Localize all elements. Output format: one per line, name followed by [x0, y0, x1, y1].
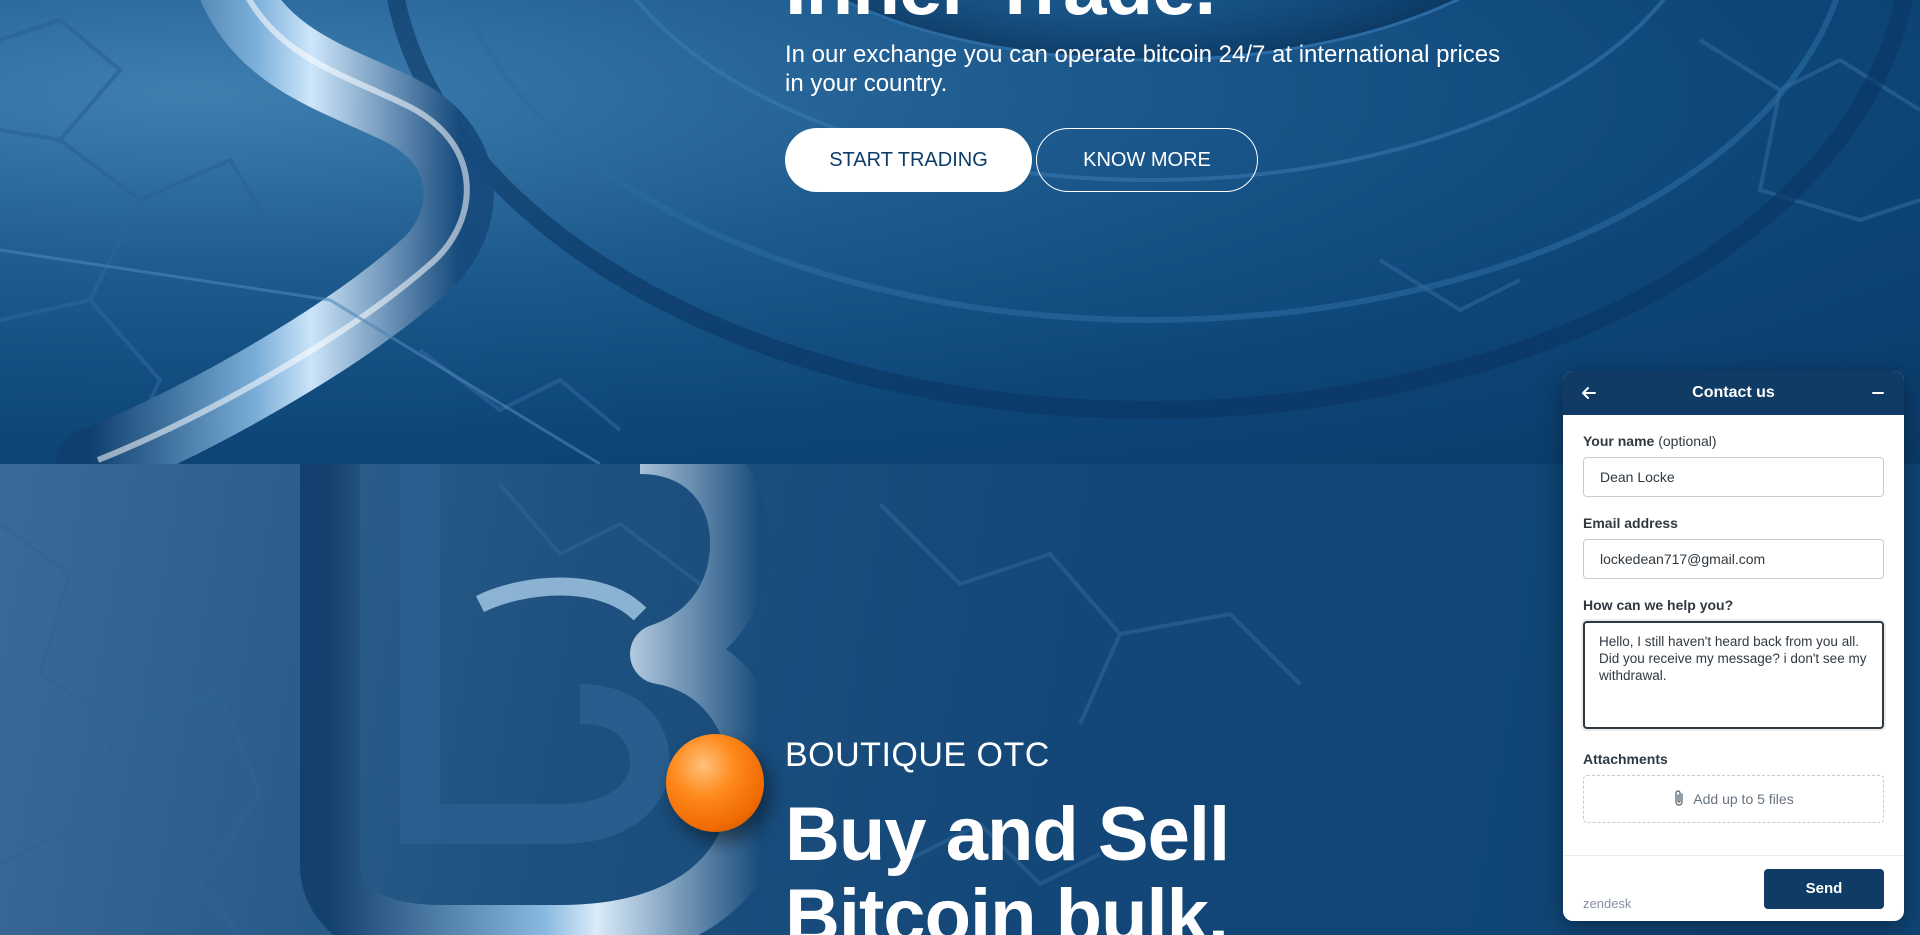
orange-ball-decoration — [666, 734, 764, 832]
widget-form: Your name (optional) Dean Locke Email ad… — [1563, 415, 1904, 823]
name-label: Your name (optional) — [1583, 433, 1884, 449]
help-label: How can we help you? — [1583, 597, 1734, 613]
attachments-dropzone[interactable]: Add up to 5 files — [1583, 775, 1884, 823]
hero-subtitle: In our exchange you can operate bitcoin … — [785, 41, 1501, 97]
paperclip-icon — [1673, 789, 1685, 810]
widget-footer: zendesk Send — [1563, 855, 1904, 921]
contact-widget: Contact us Your name (optional) Dean Loc… — [1563, 371, 1904, 921]
attachments-label: Attachments — [1583, 751, 1668, 767]
know-more-button[interactable]: KNOW MORE — [1036, 128, 1258, 192]
send-button[interactable]: Send — [1764, 868, 1884, 909]
otc-eyebrow: BOUTIQUE OTC — [785, 736, 1050, 774]
widget-header: Contact us — [1563, 371, 1904, 415]
otc-title-line2: Bitcoin bulk. — [785, 874, 1229, 935]
arrow-left-icon[interactable] — [1579, 383, 1599, 403]
message-textarea[interactable]: Hello, I still haven't heard back from y… — [1583, 621, 1884, 729]
name-field[interactable]: Dean Locke — [1583, 457, 1884, 497]
otc-title: Buy and Sell Bitcoin bulk. — [785, 792, 1230, 935]
email-label: Email address — [1583, 515, 1678, 531]
widget-title: Contact us — [1692, 384, 1775, 401]
zendesk-brand[interactable]: zendesk — [1583, 896, 1631, 911]
minimize-icon[interactable] — [1868, 383, 1888, 403]
start-trading-button[interactable]: START TRADING — [785, 128, 1032, 192]
name-label-text: Your name — [1583, 433, 1655, 449]
hero-title: Inner Trade. — [785, 0, 1216, 33]
attach-text: Add up to 5 files — [1693, 791, 1794, 807]
name-optional-text: (optional) — [1658, 433, 1717, 449]
otc-title-line1: Buy and Sell — [785, 792, 1230, 877]
email-field[interactable]: lockedean717@gmail.com — [1583, 539, 1884, 579]
